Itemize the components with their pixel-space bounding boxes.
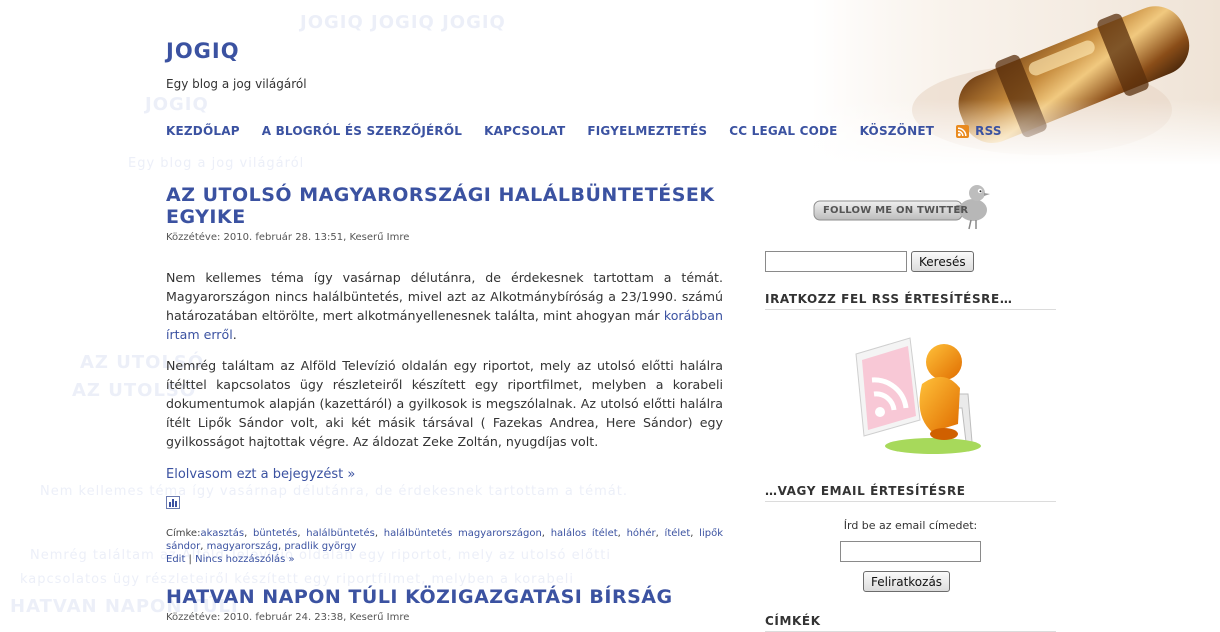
post-actions: Edit | Nincs hozzászólás » bbox=[166, 553, 723, 566]
tags-label: Címke: bbox=[166, 528, 201, 539]
tag-link[interactable]: magyarország bbox=[207, 541, 278, 552]
main-navigation: KEZDŐLAP A BLOGRÓL ÉS SZERZŐJÉRŐL KAPCSO… bbox=[166, 124, 1024, 138]
blog-post: AZ UTOLSÓ MAGYARORSZÁGI HALÁLBÜNTETÉSEK … bbox=[166, 184, 723, 566]
background-texture: JOGIQ JOGIQ JOGIQ bbox=[300, 12, 506, 33]
search-input[interactable] bbox=[765, 251, 907, 272]
email-input[interactable] bbox=[840, 541, 981, 562]
nav-item-home[interactable]: KEZDŐLAP bbox=[166, 124, 240, 138]
post-meta: Közzétéve: 2010. február 28. 13:51, Kese… bbox=[166, 232, 410, 243]
tag-link[interactable]: büntetés bbox=[253, 528, 297, 539]
rss-subscribe-icon[interactable] bbox=[848, 324, 983, 459]
widget-title: …VAGY EMAIL ÉRTESÍTÉSRE bbox=[765, 484, 1056, 502]
nav-item-disclaimer[interactable]: FIGYELMEZTETÉS bbox=[587, 124, 707, 138]
site-tagline: Egy blog a jog világáról bbox=[166, 77, 307, 91]
edit-link[interactable]: Edit bbox=[166, 554, 185, 565]
widget-title: CÍMKÉK bbox=[765, 614, 1056, 632]
post-body: Nem kellemes téma így vasárnap délutánra… bbox=[166, 268, 723, 451]
nav-rss-label: RSS bbox=[975, 124, 1002, 138]
rss-feed-icon bbox=[956, 124, 970, 138]
email-label: Írd be az email címedet: bbox=[843, 519, 978, 532]
rss-widget: IRATKOZZ FEL RSS ÉRTESÍTÉSRE… bbox=[765, 292, 1056, 310]
twitter-button-label: FOLLOW ME ON TWITTER bbox=[823, 205, 969, 216]
post-paragraph-end: . bbox=[232, 327, 237, 342]
nav-item-cc-legal-code[interactable]: CC LEGAL CODE bbox=[729, 124, 837, 138]
nav-item-rss[interactable]: RSS bbox=[956, 124, 1002, 138]
tag-link[interactable]: halálbüntetés bbox=[306, 528, 375, 539]
post-paragraph: Nemrég találtam az Alföld Televízió olda… bbox=[166, 358, 723, 449]
action-separator: | bbox=[185, 554, 196, 565]
background-texture: Egy blog a jog világáról bbox=[128, 156, 305, 171]
post-tags: Címke:akasztás, büntetés, halálbüntetés,… bbox=[166, 528, 723, 552]
tag-link[interactable]: pradlik györgy bbox=[284, 541, 356, 552]
blog-post: HATVAN NAPON TÚLI KÖZIGAZGATÁSI BÍRSÁG K… bbox=[166, 586, 723, 623]
stats-icon[interactable] bbox=[166, 496, 180, 509]
tag-link[interactable]: halálbüntetés magyarországon bbox=[384, 528, 542, 539]
nav-item-about[interactable]: A BLOGRÓL ÉS SZERZŐJÉRŐL bbox=[262, 124, 462, 138]
search-form: Keresés bbox=[765, 251, 974, 272]
follow-twitter-button[interactable]: FOLLOW ME ON TWITTER bbox=[813, 180, 993, 232]
nav-item-contact[interactable]: KAPCSOLAT bbox=[484, 124, 565, 138]
post-title[interactable]: HATVAN NAPON TÚLI KÖZIGAZGATÁSI BÍRSÁG bbox=[166, 586, 723, 608]
background-texture: JOGIQ bbox=[145, 94, 209, 115]
tags-widget: CÍMKÉK bbox=[765, 614, 1056, 632]
subscribe-button[interactable]: Feliratkozás bbox=[863, 571, 951, 592]
search-button[interactable]: Keresés bbox=[911, 251, 974, 272]
tag-link[interactable]: ítélet bbox=[665, 528, 691, 539]
post-paragraph: Nem kellemes téma így vasárnap délutánra… bbox=[166, 268, 723, 344]
tag-link[interactable]: akasztás bbox=[200, 528, 244, 539]
tag-link[interactable]: halálos ítélet bbox=[551, 528, 618, 539]
background-texture: kapcsolatos ügy részleteiről készített e… bbox=[20, 572, 574, 587]
comments-link[interactable]: Nincs hozzászólás » bbox=[195, 554, 295, 565]
nav-item-thanks[interactable]: KÖSZÖNET bbox=[860, 124, 935, 138]
site-title[interactable]: JOGIQ bbox=[166, 39, 240, 63]
post-title[interactable]: AZ UTOLSÓ MAGYARORSZÁGI HALÁLBÜNTETÉSEK … bbox=[166, 184, 723, 228]
tag-link[interactable]: hóhér bbox=[627, 528, 656, 539]
post-meta: Közzétéve: 2010. február 24. 23:38, Kese… bbox=[166, 612, 410, 623]
email-widget: …VAGY EMAIL ÉRTESÍTÉSRE bbox=[765, 484, 1056, 502]
gavel-banner-image bbox=[812, 0, 1220, 165]
read-more-link[interactable]: Elolvasom ezt a bejegyzést » bbox=[166, 467, 355, 482]
widget-title: IRATKOZZ FEL RSS ÉRTESÍTÉSRE… bbox=[765, 292, 1056, 310]
post-paragraph-text: Nem kellemes téma így vasárnap délutánra… bbox=[166, 270, 723, 323]
